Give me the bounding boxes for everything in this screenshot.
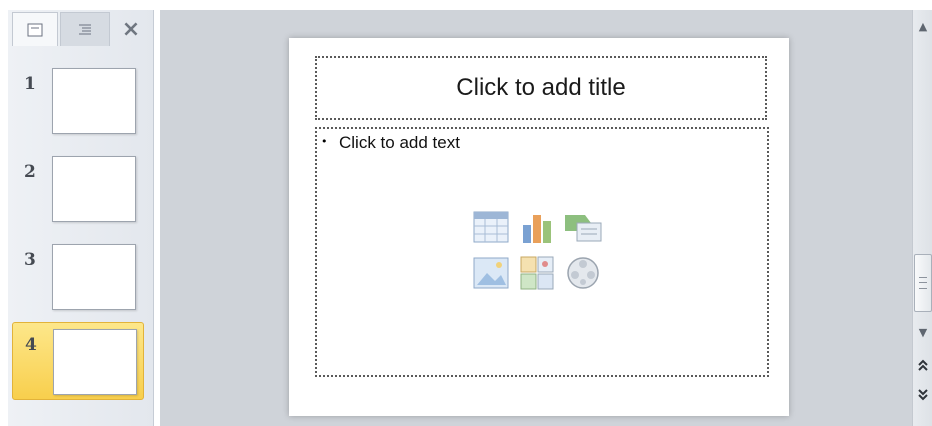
previous-slide-button[interactable] bbox=[915, 355, 931, 375]
grip-icon bbox=[919, 277, 927, 289]
slide-canvas[interactable]: Click to add title • Click to add text bbox=[289, 38, 789, 416]
insert-picture-icon[interactable] bbox=[471, 253, 511, 293]
slide-thumbnail-4[interactable]: 4 bbox=[12, 322, 144, 400]
content-placeholder[interactable]: • Click to add text bbox=[315, 127, 769, 377]
insert-clip-art-icon[interactable] bbox=[517, 253, 557, 293]
insert-smartart-icon[interactable] bbox=[563, 207, 603, 247]
slide-number: 3 bbox=[24, 250, 36, 270]
close-pane-button[interactable]: × bbox=[114, 12, 148, 46]
slide-number: 1 bbox=[24, 74, 36, 94]
next-slide-button[interactable] bbox=[915, 385, 931, 405]
insert-media-icon[interactable] bbox=[563, 253, 603, 293]
vertical-scrollbar[interactable]: ▲ ▼ bbox=[912, 10, 932, 426]
double-chevron-down-icon bbox=[918, 389, 928, 401]
slide-icon bbox=[27, 23, 43, 36]
insert-content-icons bbox=[471, 207, 611, 299]
pane-tabs: × bbox=[8, 10, 153, 46]
slide-thumbnail-3[interactable]: 3 bbox=[12, 238, 144, 316]
insert-table-icon[interactable] bbox=[471, 207, 511, 247]
insert-chart-icon[interactable] bbox=[517, 207, 557, 247]
title-placeholder[interactable]: Click to add title bbox=[315, 56, 767, 120]
slide-thumbnail-1[interactable]: 1 bbox=[12, 62, 144, 140]
slide-thumbnail-2[interactable]: 2 bbox=[12, 150, 144, 228]
bullet-icon: • bbox=[321, 135, 328, 148]
slide-thumbnail-image bbox=[52, 68, 136, 134]
content-placeholder-text: Click to add text bbox=[339, 133, 460, 152]
slide-number: 2 bbox=[24, 162, 36, 182]
outline-icon bbox=[79, 24, 91, 34]
slide-thumbnail-image bbox=[52, 156, 136, 222]
title-placeholder-text: Click to add title bbox=[456, 74, 626, 101]
slide-editor: Click to add title • Click to add text bbox=[160, 10, 912, 426]
tab-outline[interactable] bbox=[60, 12, 110, 46]
close-icon: × bbox=[121, 16, 141, 42]
slide-thumbnail-image bbox=[53, 329, 137, 395]
scroll-thumb[interactable] bbox=[914, 254, 932, 312]
scroll-up-button[interactable]: ▲ bbox=[916, 20, 930, 34]
scroll-down-button[interactable]: ▼ bbox=[916, 326, 930, 340]
slide-number: 4 bbox=[25, 335, 37, 355]
tab-slides[interactable] bbox=[12, 12, 58, 46]
slides-pane: × 1 2 3 4 bbox=[8, 10, 154, 426]
double-chevron-up-icon bbox=[918, 359, 928, 371]
slide-thumbnail-image bbox=[52, 244, 136, 310]
